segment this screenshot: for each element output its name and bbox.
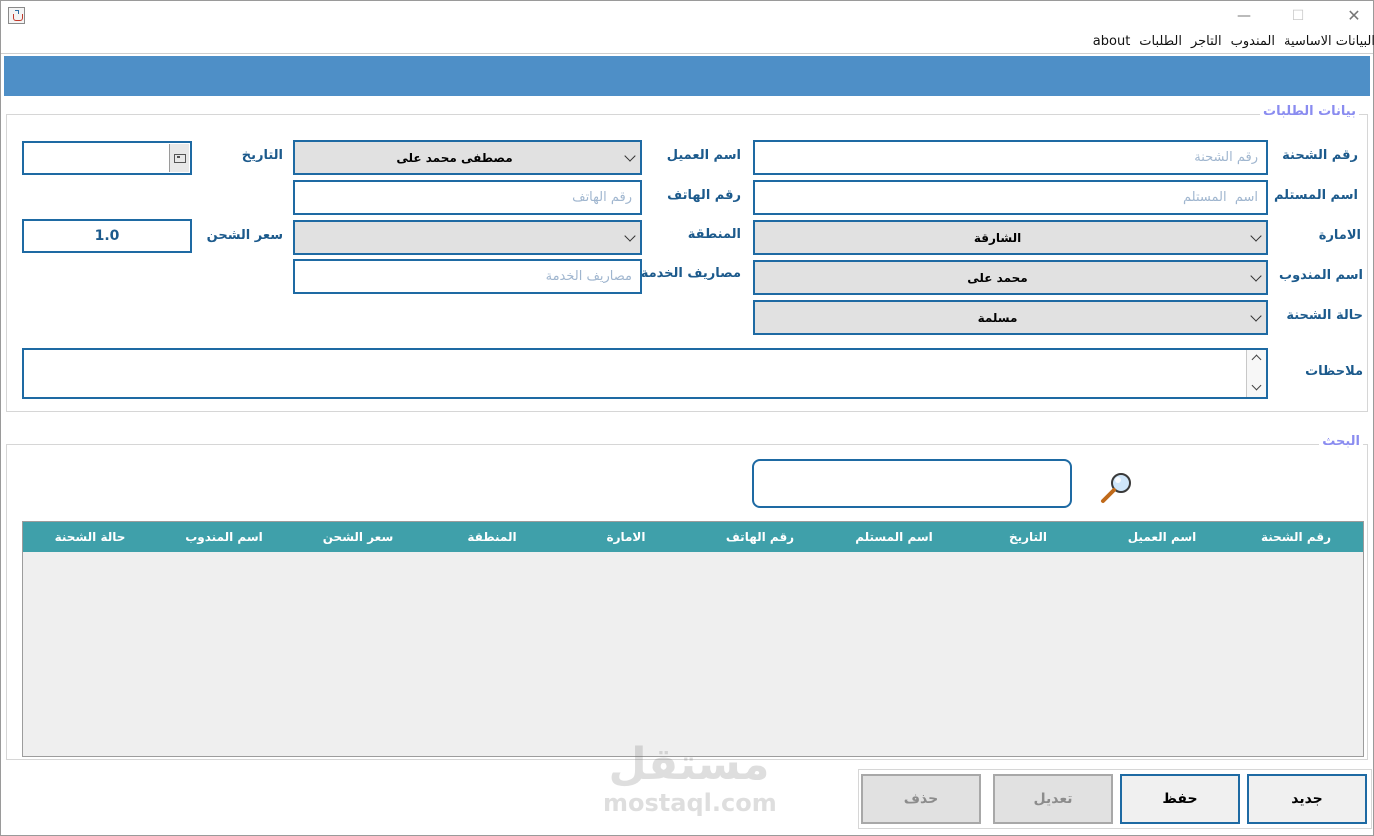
customer-name-label: اسم العميل <box>666 148 741 163</box>
receiver-name-field[interactable] <box>753 180 1268 215</box>
minimize-button[interactable]: — <box>1221 5 1267 29</box>
service-fees-field[interactable] <box>293 259 642 294</box>
phone-label: رقم الهاتف <box>667 188 741 203</box>
column-header[interactable]: التاريخ <box>961 522 1095 552</box>
shipment-status-label: حالة الشحنة <box>1286 308 1363 323</box>
emirate-label: الامارة <box>1318 228 1361 243</box>
delegate-select[interactable]: محمد على <box>753 260 1268 295</box>
menu-orders[interactable]: الطلبات <box>1139 34 1182 49</box>
watermark-latin: mostaql.com <box>603 789 777 817</box>
title-bar: — ☐ ✕ <box>1 1 1373 33</box>
column-header[interactable]: اسم العميل <box>1095 522 1229 552</box>
search-title: البحث <box>1319 434 1363 449</box>
customer-value: مصطفى محمد على <box>396 150 513 165</box>
column-header[interactable]: رقم الشحنة <box>1229 522 1363 552</box>
shipping-price-field[interactable]: 1.0 <box>22 219 192 253</box>
calendar-icon[interactable] <box>169 144 189 172</box>
emirate-select[interactable]: الشارقة <box>753 220 1268 255</box>
column-header[interactable]: اسم المندوب <box>157 522 291 552</box>
region-select[interactable] <box>293 220 642 255</box>
menu-basic-data[interactable]: البيانات الاساسية <box>1284 34 1374 49</box>
app-window: — ☐ ✕ about الطلبات التاجر المندوب البيا… <box>0 0 1374 836</box>
scroll-down-icon[interactable] <box>1251 380 1262 391</box>
new-button[interactable]: جديد <box>1247 774 1367 824</box>
chevron-down-icon <box>1250 309 1262 322</box>
column-header[interactable]: سعر الشحن <box>291 522 425 552</box>
shipment-no-field[interactable] <box>753 140 1268 175</box>
shipment-no-label: رقم الشحنة <box>1282 148 1358 163</box>
receiver-name-input[interactable] <box>755 182 1266 213</box>
order-data-title: بيانات الطلبات <box>1260 104 1359 119</box>
status-select[interactable]: مسلمة <box>753 300 1268 335</box>
maximize-button[interactable]: ☐ <box>1275 5 1321 29</box>
search-field[interactable] <box>752 459 1072 508</box>
menu-bar: about الطلبات التاجر المندوب البيانات ال… <box>1 33 1374 54</box>
edit-button[interactable]: تعديل <box>993 774 1113 824</box>
header-band <box>4 56 1370 96</box>
column-header[interactable]: المنطقة <box>425 522 559 552</box>
delegate-value: محمد على <box>967 270 1028 285</box>
service-fees-input[interactable] <box>295 261 640 292</box>
java-app-icon <box>8 7 25 24</box>
status-value: مسلمة <box>977 310 1018 325</box>
region-value <box>295 222 614 253</box>
column-header[interactable]: الامارة <box>559 522 693 552</box>
column-header[interactable]: رقم الهاتف <box>693 522 827 552</box>
table-header: رقم الشحنة اسم العميل التاريخ اسم المستل… <box>23 522 1363 552</box>
orders-table[interactable]: رقم الشحنة اسم العميل التاريخ اسم المستل… <box>22 521 1364 757</box>
chevron-down-icon <box>624 149 636 162</box>
notes-textarea[interactable] <box>22 348 1268 399</box>
notes-scrollbar[interactable] <box>1246 350 1266 397</box>
receiver-name-label: اسم المستلم <box>1273 188 1358 203</box>
menu-merchant[interactable]: التاجر <box>1191 34 1222 49</box>
shipment-no-input[interactable] <box>755 142 1266 173</box>
delete-button[interactable]: حذف <box>861 774 981 824</box>
phone-field[interactable] <box>293 180 642 215</box>
chevron-down-icon <box>1250 229 1262 242</box>
service-fees-label: مصاريف الخدمة <box>640 266 741 281</box>
delegate-name-label: اسم المندوب <box>1279 268 1363 283</box>
search-icon[interactable] <box>1098 469 1136 505</box>
date-picker[interactable] <box>22 141 192 175</box>
emirate-value: الشارقة <box>973 230 1022 245</box>
date-label: التاريخ <box>241 148 283 163</box>
region-label: المنطقة <box>687 227 741 242</box>
scroll-up-icon[interactable] <box>1251 354 1262 365</box>
chevron-down-icon <box>1250 269 1262 282</box>
column-header[interactable]: حالة الشحنة <box>23 522 157 552</box>
shipping-price-label: سعر الشحن <box>206 228 283 243</box>
chevron-down-icon <box>624 229 636 242</box>
menu-about[interactable]: about <box>1093 34 1131 49</box>
notes-label: ملاحظات <box>1305 364 1363 379</box>
column-header[interactable]: اسم المستلم <box>827 522 961 552</box>
close-button[interactable]: ✕ <box>1331 5 1374 29</box>
customer-select[interactable]: مصطفى محمد على <box>293 140 642 175</box>
search-input[interactable] <box>754 461 1070 506</box>
save-button[interactable]: حفظ <box>1120 774 1240 824</box>
phone-input[interactable] <box>295 182 640 213</box>
menu-delegate[interactable]: المندوب <box>1231 34 1275 49</box>
